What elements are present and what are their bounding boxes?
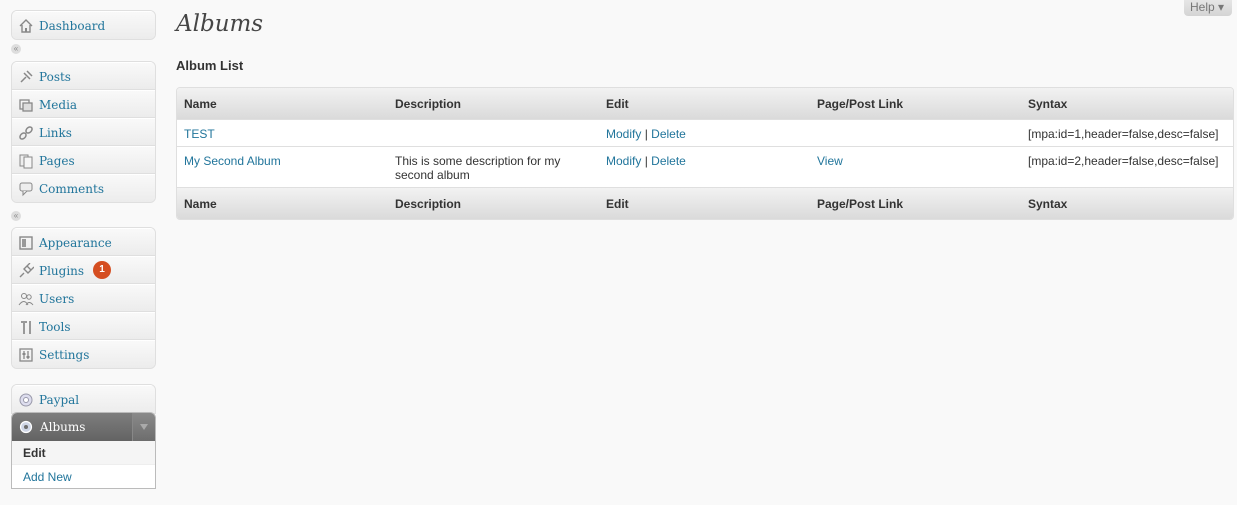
column-header-page-post-link: Page/Post Link (817, 97, 904, 111)
modify-link[interactable]: Modify (606, 127, 641, 141)
posts-pin-icon (20, 70, 33, 83)
column-header-edit: Edit (606, 97, 629, 111)
menu-item-appearance[interactable]: Appearance (12, 228, 155, 256)
menu-item-albums-open: Albums Edit Add New (11, 412, 156, 489)
albums-gear-icon (19, 420, 33, 434)
delete-link[interactable]: Delete (651, 127, 686, 141)
menu-group-admin: Appearance Plugins 1 Users Tools Setting… (11, 227, 156, 369)
column-header-name: Name (184, 97, 217, 111)
media-icon (19, 99, 33, 112)
collapse-arrow-icon[interactable]: « (11, 44, 21, 54)
menu-group-content: Posts Media Links Pages Comments (11, 61, 156, 203)
collapse-arrow-icon[interactable]: « (11, 211, 21, 221)
menu-item-links[interactable]: Links (12, 118, 155, 146)
appearance-icon (19, 236, 33, 250)
submenu-toggle-icon[interactable] (132, 413, 155, 441)
column-header-syntax: Syntax (1028, 97, 1068, 111)
comments-icon (19, 182, 33, 197)
menu-item-dashboard[interactable]: Dashboard (12, 11, 155, 39)
menu-item-media[interactable]: Media (12, 90, 155, 118)
submenu-label-edit: Edit (23, 446, 46, 460)
table-row: TEST Modify | Delete [mpa:id=1,header=fa… (177, 119, 1233, 146)
view-link[interactable]: View (817, 154, 843, 168)
album-list-heading: Album List (176, 58, 244, 73)
album-table: Name Description Edit Page/Post Link Syn… (176, 87, 1234, 220)
menu-item-paypal[interactable]: Paypal (12, 385, 155, 413)
menu-item-tools[interactable]: Tools (12, 312, 155, 340)
menu-label-pages: Pages (39, 154, 75, 168)
delete-link[interactable]: Delete (651, 154, 686, 168)
menu-item-comments[interactable]: Comments (12, 174, 155, 202)
menu-item-users[interactable]: Users (12, 284, 155, 312)
table-header: Name Description Edit Page/Post Link Syn… (177, 88, 1233, 119)
menu-label-albums: Albums (40, 420, 86, 434)
column-header-description: Description (395, 97, 462, 111)
menu-label-plugins: Plugins (39, 264, 85, 278)
menu-label-settings: Settings (39, 348, 90, 362)
menu-item-posts[interactable]: Posts (12, 62, 155, 90)
album-name-link[interactable]: My Second Album (184, 154, 281, 168)
users-icon (18, 293, 34, 306)
menu-label-media: Media (39, 98, 78, 112)
column-footer-name: Name (184, 197, 217, 211)
album-syntax: [mpa:id=2,header=false,desc=false] (1028, 154, 1219, 168)
menu-group-plugins-custom: Paypal (11, 384, 156, 414)
table-row: My Second Album This is some description… (177, 146, 1233, 187)
plugins-icon (19, 263, 34, 278)
menu-item-plugins[interactable]: Plugins 1 (12, 256, 155, 284)
menu-label-comments: Comments (39, 182, 104, 196)
paypal-icon (19, 393, 33, 407)
menu-label-users: Users (39, 292, 75, 306)
column-footer-syntax: Syntax (1028, 197, 1068, 211)
menu-label-dashboard: Dashboard (39, 19, 106, 33)
album-name-link[interactable]: TEST (184, 127, 215, 141)
menu-label-paypal: Paypal (39, 393, 80, 407)
submenu-item-edit[interactable]: Edit (12, 441, 155, 464)
plugins-update-badge: 1 (93, 261, 111, 279)
menu-group-dashboard: Dashboard (11, 10, 156, 40)
help-button[interactable]: Help ▾ (1184, 0, 1232, 16)
pages-icon (19, 154, 33, 169)
edit-actions: Modify | Delete (606, 154, 686, 168)
action-separator: | (644, 127, 648, 141)
submenu-item-add-new[interactable]: Add New (12, 464, 155, 488)
submenu-label-add-new: Add New (23, 470, 72, 484)
column-footer-description: Description (395, 197, 462, 211)
menu-item-settings[interactable]: Settings (12, 340, 155, 368)
menu-label-links: Links (39, 126, 72, 140)
page-title: Albums (176, 11, 264, 37)
album-description: This is some description for my second a… (395, 154, 561, 182)
menu-label-posts: Posts (39, 70, 71, 84)
column-footer-edit: Edit (606, 197, 629, 211)
menu-item-albums[interactable]: Albums (12, 413, 155, 441)
action-separator: | (644, 154, 648, 168)
links-icon (19, 126, 33, 140)
menu-item-pages[interactable]: Pages (12, 146, 155, 174)
modify-link[interactable]: Modify (606, 154, 641, 168)
table-footer: Name Description Edit Page/Post Link Syn… (177, 187, 1233, 219)
menu-label-tools: Tools (39, 320, 71, 334)
column-footer-page-post-link: Page/Post Link (817, 197, 904, 211)
album-syntax: [mpa:id=1,header=false,desc=false] (1028, 127, 1219, 141)
menu-label-appearance: Appearance (39, 236, 112, 250)
dashboard-icon (19, 19, 33, 33)
tools-icon (21, 321, 31, 334)
edit-actions: Modify | Delete (606, 127, 686, 141)
settings-icon (19, 348, 33, 362)
